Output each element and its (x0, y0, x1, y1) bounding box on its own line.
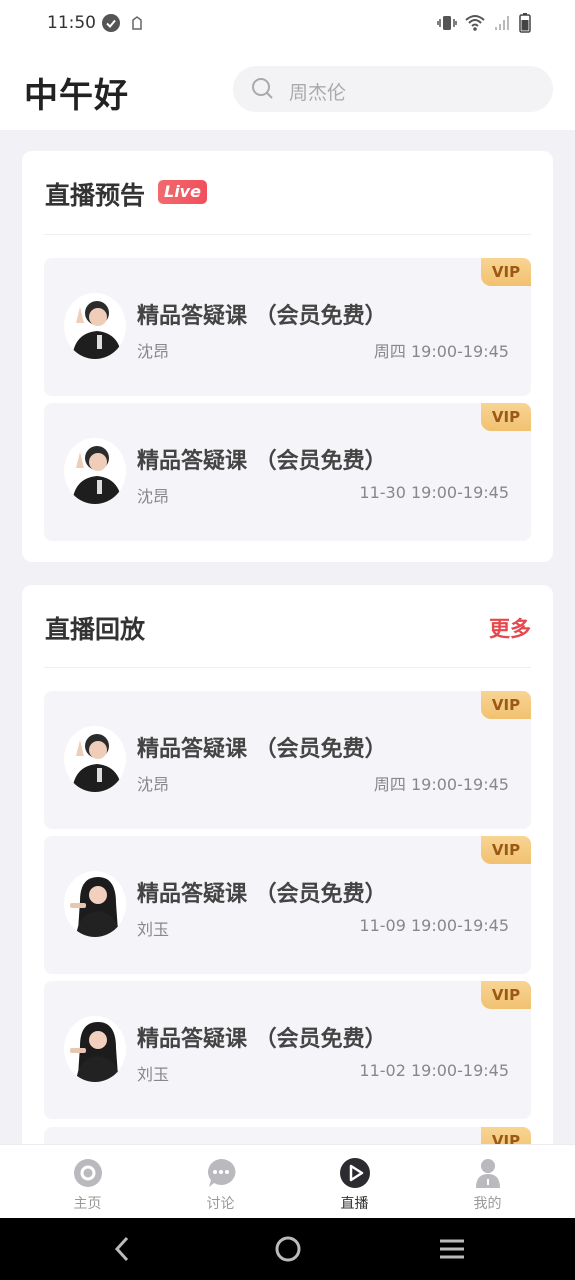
replay-card[interactable]: VIP 精品答疑课 （会员免费） 沈昂 周四 19:00-19:45 (44, 691, 531, 829)
live-play-icon (339, 1157, 371, 1189)
tab-label: 直播 (340, 1196, 369, 1212)
card-teacher: 沈昂 (137, 775, 170, 794)
system-nav-bar (0, 1218, 575, 1280)
greeting-title: 中午好 (24, 76, 129, 116)
header: 中午好 周杰伦 (0, 48, 575, 130)
avatar (64, 726, 126, 792)
signal-icon (493, 14, 511, 36)
tab-label: 讨论 (206, 1196, 235, 1212)
vip-tag: VIP (481, 981, 531, 1009)
card-teacher: 刘玉 (137, 1065, 170, 1084)
clipboard-icon (130, 15, 144, 35)
live-badge: Live (158, 180, 207, 204)
avatar (64, 1016, 126, 1082)
vip-tag: VIP (481, 403, 531, 431)
card-title: 精品答疑课 （会员免费） (137, 449, 387, 474)
card-title: 精品答疑课 （会员免费） (137, 882, 387, 907)
status-time: 11:50 (47, 13, 96, 33)
card-title: 精品答疑课 （会员免费） (137, 737, 387, 762)
bottom-tab-bar: 主页 讨论 直播 我的 (0, 1144, 575, 1219)
card-time: 11-30 19:00-19:45 (359, 483, 509, 502)
card-time: 11-02 19:00-19:45 (359, 1061, 509, 1080)
search-icon (251, 77, 275, 105)
live-preview-section: 直播预告 Live VIP 精品答疑课 （会员免费） 沈昂 周四 19:00-1… (22, 151, 553, 562)
profile-icon (472, 1157, 504, 1189)
battery-icon (519, 13, 531, 37)
tab-discussion[interactable]: 讨论 (149, 1145, 292, 1219)
vibrate-icon (437, 14, 457, 36)
avatar (64, 293, 126, 359)
wifi-icon (465, 14, 485, 36)
card-teacher: 刘玉 (137, 920, 170, 939)
tab-profile[interactable]: 我的 (416, 1145, 559, 1219)
card-teacher: 沈昂 (137, 487, 170, 506)
divider (44, 234, 531, 235)
status-icons (437, 13, 531, 37)
card-time: 11-09 19:00-19:45 (359, 916, 509, 935)
section-title: 直播预告 (45, 181, 146, 210)
check-circle-icon (102, 14, 120, 32)
search-input[interactable]: 周杰伦 (233, 66, 553, 112)
card-title: 精品答疑课 （会员免费） (137, 304, 387, 329)
tab-home[interactable]: 主页 (16, 1145, 159, 1219)
vip-tag: VIP (481, 836, 531, 864)
live-card[interactable]: VIP 精品答疑课 （会员免费） 沈昂 周四 19:00-19:45 (44, 258, 531, 396)
replay-card[interactable]: VIP 精品答疑课 （会员免费） 刘玉 11-02 19:00-19:45 (44, 981, 531, 1119)
chat-icon (205, 1157, 237, 1189)
card-time: 周四 19:00-19:45 (373, 342, 509, 361)
card-time: 周四 19:00-19:45 (373, 775, 509, 794)
section-title: 直播回放 (45, 615, 146, 644)
avatar (64, 871, 126, 937)
status-bar: 11:50 (0, 0, 575, 48)
home-icon (72, 1157, 104, 1189)
card-teacher: 沈昂 (137, 342, 170, 361)
tab-label: 主页 (73, 1196, 102, 1212)
back-icon[interactable] (112, 1235, 132, 1267)
home-button-icon[interactable] (274, 1235, 302, 1267)
tab-live[interactable]: 直播 (283, 1145, 426, 1219)
card-title: 精品答疑课 （会员免费） (137, 1027, 387, 1052)
live-replay-section: 直播回放 更多 VIP 精品答疑课 （会员免费） 沈昂 周四 19:00-19:… (22, 585, 553, 1265)
vip-tag: VIP (481, 691, 531, 719)
recents-icon[interactable] (438, 1235, 466, 1267)
divider (44, 667, 531, 668)
live-card[interactable]: VIP 精品答疑课 （会员免费） 沈昂 11-30 19:00-19:45 (44, 403, 531, 541)
search-placeholder: 周杰伦 (289, 82, 347, 104)
more-link[interactable]: 更多 (489, 613, 531, 643)
replay-card[interactable]: VIP 精品答疑课 （会员免费） 刘玉 11-09 19:00-19:45 (44, 836, 531, 974)
tab-label: 我的 (473, 1196, 502, 1212)
avatar (64, 438, 126, 504)
vip-tag: VIP (481, 258, 531, 286)
